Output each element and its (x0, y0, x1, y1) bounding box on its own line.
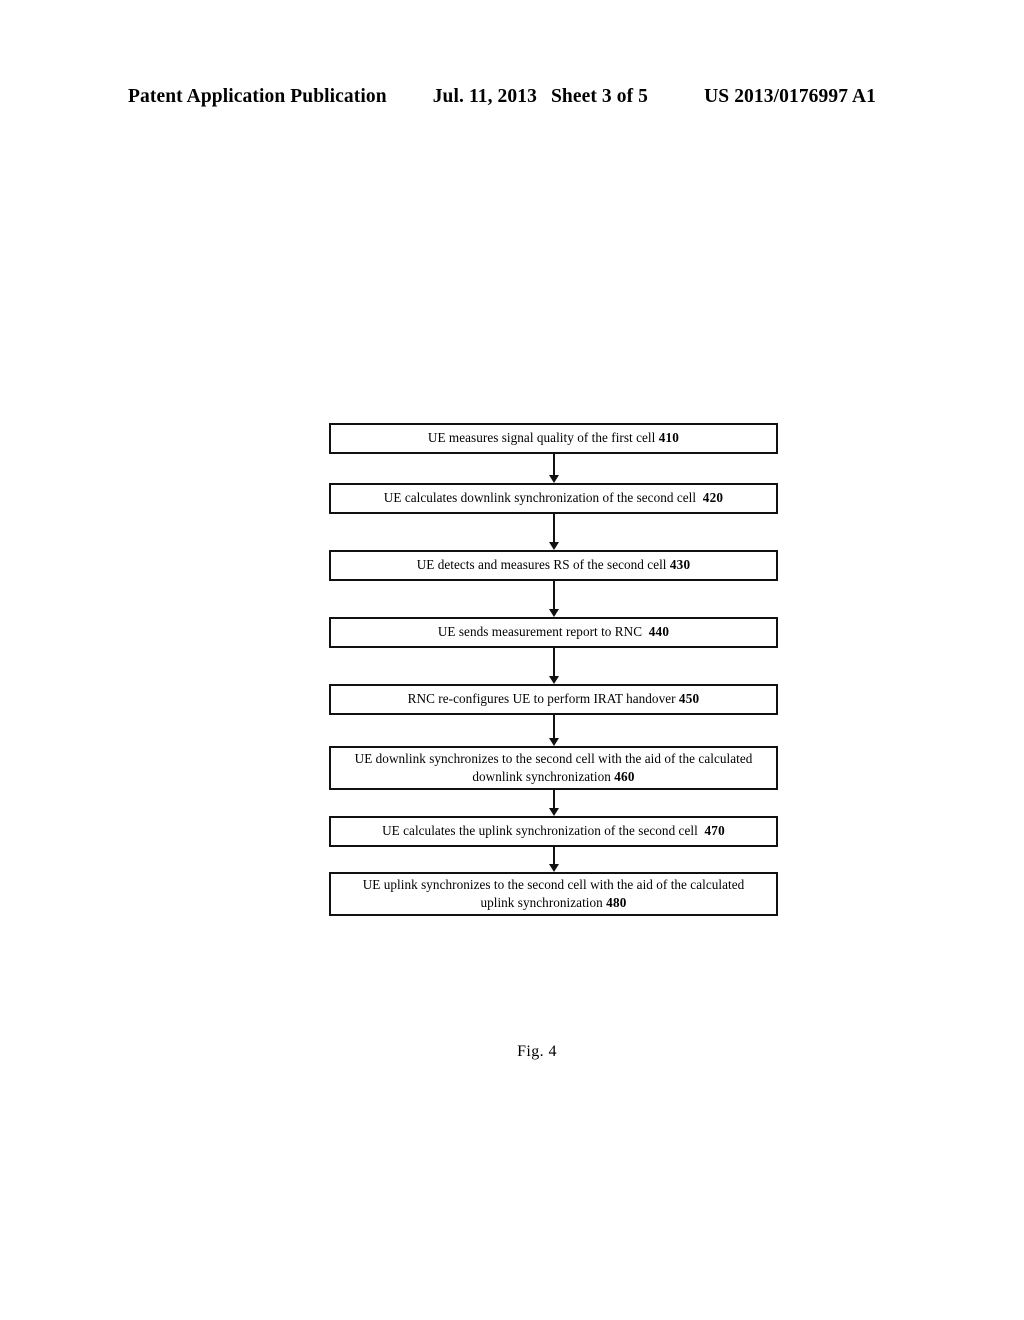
flow-node-420-ref: 420 (702, 490, 724, 506)
publication-date: Jul. 11, 2013 (432, 86, 537, 107)
arrowhead-down-icon (548, 676, 559, 684)
flow-node-450-label: RNC re-configures UE to perform IRAT han… (407, 691, 700, 707)
flow-node-440: UE sends measurement report to RNC 440 (329, 617, 778, 648)
flow-node-460: UE downlink synchronizes to the second c… (329, 746, 778, 790)
flowchart-fig-4: UE measures signal quality of the first … (329, 423, 778, 916)
connector-line (552, 648, 555, 677)
page-header: Patent Application Publication Jul. 11, … (128, 86, 876, 112)
connector-440-450 (329, 648, 778, 684)
flow-node-480: UE uplink synchronizes to the second cel… (329, 872, 778, 916)
flow-node-460-label: UE downlink synchronizes to the second c… (354, 750, 753, 784)
flow-node-450: RNC re-configures UE to perform IRAT han… (329, 684, 778, 715)
flow-node-470: UE calculates the uplink synchronization… (329, 816, 778, 847)
flow-node-450-ref: 450 (678, 691, 700, 707)
arrowhead-down-icon (548, 542, 559, 550)
arrowhead-down-icon (548, 808, 559, 816)
sheet-number: Sheet 3 of 5 (550, 86, 649, 107)
arrowhead-down-icon (548, 609, 559, 617)
flow-node-480-ref: 480 (606, 895, 627, 910)
flow-node-440-label: UE sends measurement report to RNC 440 (437, 624, 670, 640)
connector-450-460 (329, 715, 778, 746)
figure-caption-text: Fig. 4 (517, 1043, 557, 1060)
flow-node-480-label: UE uplink synchronizes to the second cel… (362, 876, 745, 910)
flow-node-470-ref: 470 (704, 823, 725, 839)
flow-node-410-label: UE measures signal quality of the first … (427, 430, 680, 446)
flow-node-430: UE detects and measures RS of the second… (329, 550, 778, 581)
connector-470-480 (329, 847, 778, 872)
flow-node-430-label: UE detects and measures RS of the second… (416, 557, 691, 573)
arrowhead-down-icon (548, 864, 559, 872)
connector-line (552, 847, 555, 865)
figure-caption: Fig. 4 (0, 1043, 1024, 1061)
flow-node-420: UE calculates downlink synchronization o… (329, 483, 778, 514)
patent-number: US 2013/0176997 A1 (704, 86, 876, 107)
flow-node-440-ref: 440 (648, 624, 670, 640)
publication-title: Patent Application Publication (128, 86, 387, 107)
connector-410-420 (329, 454, 778, 483)
connector-430-440 (329, 581, 778, 617)
arrowhead-down-icon (548, 738, 559, 746)
connector-line (552, 581, 555, 610)
flow-node-410-ref: 410 (658, 430, 680, 446)
connector-line (552, 715, 555, 739)
flow-node-430-ref: 430 (669, 557, 691, 573)
flow-node-470-label: UE calculates the uplink synchronization… (382, 823, 725, 839)
connector-line (552, 790, 555, 809)
flow-node-410: UE measures signal quality of the first … (329, 423, 778, 454)
connector-420-430 (329, 514, 778, 550)
flow-node-460-ref: 460 (614, 769, 635, 784)
connector-line (552, 514, 555, 543)
connector-460-470 (329, 790, 778, 816)
connector-line (552, 454, 555, 476)
flow-node-420-label: UE calculates downlink synchronization o… (383, 490, 724, 506)
arrowhead-down-icon (548, 475, 559, 483)
